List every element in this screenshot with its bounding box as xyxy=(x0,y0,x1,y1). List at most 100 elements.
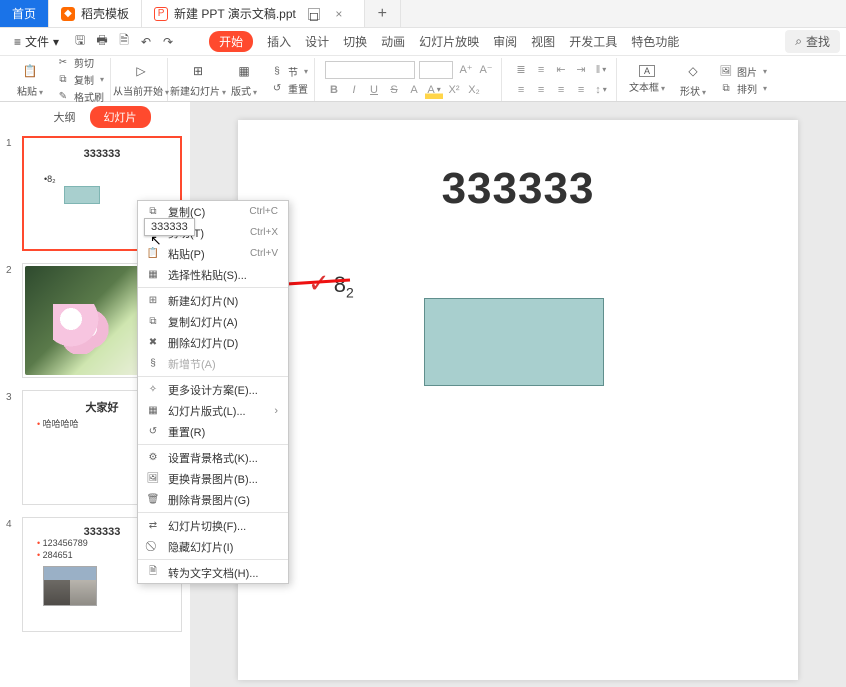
ribbon-tab-review[interactable]: 审阅 xyxy=(493,33,517,50)
tab-new[interactable]: + xyxy=(365,0,401,27)
section-button[interactable]: §节 xyxy=(270,64,308,79)
layout-button[interactable]: ▦ 版式 xyxy=(224,58,264,101)
search-button[interactable]: ⌕ 查找 xyxy=(785,30,840,53)
arrange-button[interactable]: ⧉排列 xyxy=(719,81,767,96)
slide-canvas[interactable]: 333333 ✓82 xyxy=(238,120,798,680)
ribbon-tab-start[interactable]: 开始 xyxy=(209,31,253,52)
ctx-paste[interactable]: 📋粘贴(P)Ctrl+V xyxy=(138,243,288,264)
align-left-button[interactable]: ≡ xyxy=(512,81,530,99)
from-current-button[interactable]: ▷ 从当前开始 xyxy=(121,58,161,101)
ctx-hide[interactable]: ⃠隐藏幻灯片(I) xyxy=(138,536,288,557)
ribbon-tab-slideshow[interactable]: 幻灯片放映 xyxy=(419,33,479,50)
search-icon: ⌕ xyxy=(795,34,802,49)
indent-decrease-button[interactable]: ⇤ xyxy=(552,61,570,79)
ctx-bg-format-label: 设置背景格式(K)... xyxy=(168,450,258,466)
reset-button[interactable]: ↺重置 xyxy=(270,81,308,96)
side-tab-outline[interactable]: 大纲 xyxy=(40,106,90,128)
tab-close-icon[interactable]: × xyxy=(326,7,352,21)
ctx-del-slide[interactable]: ✖删除幻灯片(D) xyxy=(138,332,288,353)
window-restore-icon[interactable]: ◻ xyxy=(308,8,320,20)
font-increase-button[interactable]: A⁺ xyxy=(457,61,475,79)
text-direction-button[interactable]: ↕ xyxy=(592,81,610,99)
ribbon-tab-special[interactable]: 特色功能 xyxy=(631,33,679,50)
bullets-button[interactable]: ≣ xyxy=(512,61,530,79)
thumb1-8: •8₂ xyxy=(44,174,56,184)
ctx-bg-delete[interactable]: 🗑删除背景图片(G) xyxy=(138,489,288,510)
cut-label: 剪切 xyxy=(74,55,94,70)
ctx-layout[interactable]: ▦幻灯片版式(L)... xyxy=(138,400,288,421)
ctx-reset[interactable]: ↺重置(R) xyxy=(138,421,288,442)
picture-button[interactable]: 🖼图片 xyxy=(719,64,767,79)
qa-redo-icon[interactable]: ↷ xyxy=(159,33,177,51)
side-tab-slides[interactable]: 幻灯片 xyxy=(90,106,151,128)
thumb4-li1: 123456789 xyxy=(37,538,88,548)
bold-button[interactable]: B xyxy=(325,81,343,99)
x2-sup-button[interactable]: X² xyxy=(445,81,463,99)
ribbon-tab-animation[interactable]: 动画 xyxy=(381,33,405,50)
textbox-button[interactable]: A 文本框 xyxy=(627,58,667,101)
new-slide-label: 新建幻灯片 xyxy=(170,83,226,98)
underline-button[interactable]: U xyxy=(365,81,383,99)
align-center-button[interactable]: ≡ xyxy=(532,81,550,99)
tab-document[interactable]: P 新建 PPT 演示文稿.ppt ◻ × xyxy=(142,0,365,27)
align-justify-button[interactable]: ≡ xyxy=(572,81,590,99)
thumb-number: 3 xyxy=(6,390,16,505)
tooltip: 333333 xyxy=(144,218,195,236)
ctx-new-section: §新增节(A) xyxy=(138,353,288,374)
ctx-to-text[interactable]: 🗎转为文字文档(H)... xyxy=(138,562,288,583)
insert-group: A 文本框 ◇ 形状 🖼图片 ⧉排列 xyxy=(621,58,773,101)
side-tabs: 大纲 幻灯片 xyxy=(0,102,190,132)
qa-print-icon[interactable]: 🖶 xyxy=(93,33,111,51)
ribbon-tab-design[interactable]: 设计 xyxy=(305,33,329,50)
ctx-new-slide[interactable]: ⊞新建幻灯片(N) xyxy=(138,290,288,311)
hamburger-button[interactable]: ≡ 文件 ▾ xyxy=(6,31,67,52)
highlight-button[interactable]: A xyxy=(425,81,443,99)
ctx-paste-special[interactable]: ▦选择性粘贴(S)... xyxy=(138,264,288,285)
context-menu: ⧉复制(C)Ctrl+C ✂剪切(T)Ctrl+X 📋粘贴(P)Ctrl+V ▦… xyxy=(137,200,289,584)
ribbon-tab-insert[interactable]: 插入 xyxy=(267,33,291,50)
new-slide-button[interactable]: ⊞ 新建幻灯片 xyxy=(178,58,218,101)
cut-button[interactable]: ✂剪切 xyxy=(56,55,104,70)
slide-eight-label[interactable]: ✓82 xyxy=(308,268,354,300)
numbering-button[interactable]: ≡ xyxy=(532,61,550,79)
ribbon-tabs: 开始 插入 设计 切换 动画 幻灯片放映 审阅 视图 开发工具 特色功能 xyxy=(209,31,679,52)
slide-rectangle-shape[interactable] xyxy=(424,298,604,386)
ctx-bg-format[interactable]: ⚙设置背景格式(K)... xyxy=(138,447,288,468)
ribbon-tab-view[interactable]: 视图 xyxy=(531,33,555,50)
tab-template[interactable]: ◆ 稻壳模板 xyxy=(49,0,142,27)
ctx-dup-slide[interactable]: ⧉复制幻灯片(A) xyxy=(138,311,288,332)
font-color-button[interactable]: A xyxy=(405,81,423,99)
ctx-transition[interactable]: ⇄幻灯片切换(F)... xyxy=(138,515,288,536)
ctx-more-design[interactable]: ✧更多设计方案(E)... xyxy=(138,379,288,400)
qa-undo-icon[interactable]: ↶ xyxy=(137,33,155,51)
slides-group: ⊞ 新建幻灯片 ▦ 版式 §节 ↺重置 xyxy=(172,58,315,101)
template-icon: ◆ xyxy=(61,7,75,21)
qa-preview-icon[interactable]: 🗎 xyxy=(115,33,133,51)
align-right-button[interactable]: ≡ xyxy=(552,81,570,99)
italic-button[interactable]: I xyxy=(345,81,363,99)
tab-home-label: 首页 xyxy=(12,5,36,22)
textbox-label: 文本框 xyxy=(629,79,665,94)
qa-save-icon[interactable]: 🖫 xyxy=(71,33,89,51)
thumb4-title: 333333 xyxy=(84,526,121,538)
ctx-bg-replace[interactable]: 🖼更换背景图片(B)... xyxy=(138,468,288,489)
font-name-input[interactable] xyxy=(325,61,415,79)
copy-button[interactable]: ⧉复制 xyxy=(56,72,104,87)
tab-home[interactable]: 首页 xyxy=(0,0,49,27)
line-spacing-button[interactable]: ‖ xyxy=(592,61,610,79)
ribbon-tab-transition[interactable]: 切换 xyxy=(343,33,367,50)
x2-sub-button[interactable]: X₂ xyxy=(465,81,483,99)
font-decrease-button[interactable]: A⁻ xyxy=(477,61,495,79)
font-size-input[interactable] xyxy=(419,61,453,79)
ribbon-tab-dev[interactable]: 开发工具 xyxy=(569,33,617,50)
strike-button[interactable]: S xyxy=(385,81,403,99)
indent-increase-button[interactable]: ⇥ xyxy=(572,61,590,79)
ctx-copy-shortcut: Ctrl+C xyxy=(249,206,278,217)
paste-button[interactable]: 📋 粘贴 xyxy=(10,58,50,101)
slide-title[interactable]: 333333 xyxy=(442,164,595,214)
paste-label: 粘贴 xyxy=(17,83,43,98)
delete-icon: ✖ xyxy=(146,336,160,350)
shapes-button[interactable]: ◇ 形状 xyxy=(673,58,713,101)
ctx-bg-delete-label: 删除背景图片(G) xyxy=(168,492,250,508)
ctx-hide-label: 隐藏幻灯片(I) xyxy=(168,539,233,555)
